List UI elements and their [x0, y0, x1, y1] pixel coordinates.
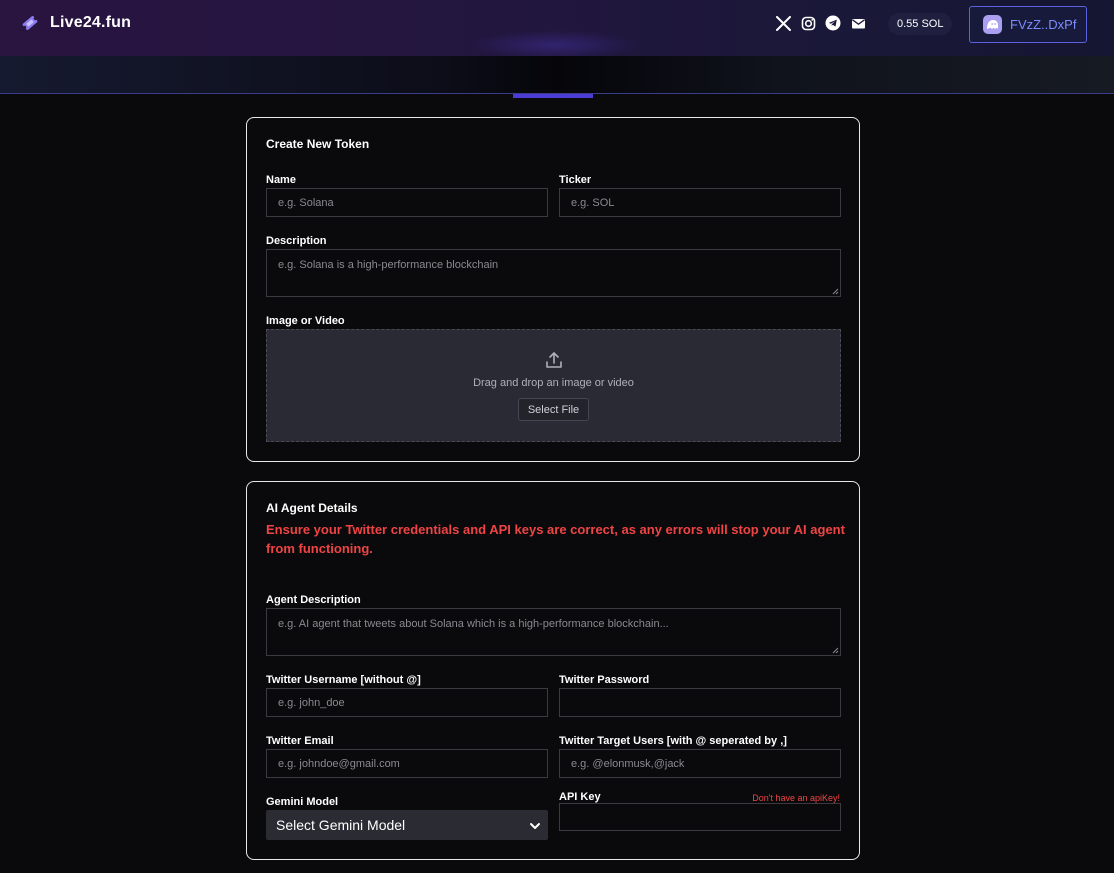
dropzone-text: Drag and drop an image or video	[473, 377, 634, 389]
warning-text: Ensure your Twitter credentials and API …	[266, 522, 845, 556]
description-textarea[interactable]: e.g. Solana is a high-performance blockc…	[266, 249, 841, 297]
card-title: Create New Token	[266, 137, 370, 151]
wallet-button[interactable]: FVzZ..DxPf	[969, 6, 1087, 43]
card-title: AI Agent Details	[266, 501, 358, 515]
ticket-logo-icon	[22, 16, 38, 30]
twitter-email-input[interactable]: e.g. johndoe@gmail.com	[266, 749, 548, 778]
wallet-address: FVzZ..DxPf	[1010, 17, 1077, 32]
media-dropzone[interactable]: Drag and drop an image or video Select F…	[266, 329, 841, 442]
name-label: Name	[266, 174, 296, 186]
telegram-icon[interactable]	[825, 15, 841, 31]
sol-balance-badge: 0.55 SOL	[888, 13, 953, 35]
agent-description-placeholder: e.g. AI agent that tweets about Solana w…	[278, 618, 669, 630]
agent-description-label: Agent Description	[266, 594, 361, 606]
ai-agent-card: AI Agent Details Ensure your Twitter cre…	[246, 481, 860, 860]
api-key-label: API Key	[559, 791, 601, 803]
description-placeholder: e.g. Solana is a high-performance blockc…	[278, 259, 499, 271]
twitter-email-label: Twitter Email	[266, 735, 334, 747]
sub-nav-bar	[0, 56, 1114, 94]
instagram-icon[interactable]	[800, 15, 816, 31]
ticker-label: Ticker	[559, 174, 592, 186]
twitter-password-input[interactable]	[559, 688, 841, 717]
social-links	[775, 15, 866, 31]
resize-handle-icon[interactable]	[831, 646, 839, 654]
mail-icon[interactable]	[850, 15, 866, 31]
phantom-wallet-icon	[983, 15, 1002, 34]
upload-icon	[546, 352, 562, 368]
get-api-key-link[interactable]: Don't have an apiKey!	[752, 793, 840, 803]
chevron-down-icon	[530, 823, 540, 829]
media-label: Image or Video	[266, 315, 345, 327]
twitter-username-label: Twitter Username [without @]	[266, 674, 421, 686]
gemini-model-label: Gemini Model	[266, 796, 339, 808]
top-header: Live24.fun 0.55 SOL FVzZ..DxPf	[0, 0, 1114, 60]
target-users-input[interactable]: e.g. @elonmusk,@jack	[559, 749, 841, 778]
brand[interactable]: Live24.fun	[20, 13, 131, 33]
gemini-model-value: Select Gemini Model	[276, 817, 406, 833]
brand-name: Live24.fun	[50, 14, 132, 31]
target-users-label: Twitter Target Users [with @ seperated b…	[559, 735, 787, 747]
create-token-card: Create New Token Name e.g. Solana Ticker…	[246, 117, 860, 462]
ticker-input[interactable]: e.g. SOL	[559, 188, 841, 217]
active-tab-indicator	[513, 94, 593, 98]
gemini-model-select[interactable]: Select Gemini Model	[266, 810, 548, 840]
agent-description-textarea[interactable]: e.g. AI agent that tweets about Solana w…	[266, 608, 841, 656]
description-label: Description	[266, 235, 327, 247]
api-key-input[interactable]	[559, 803, 841, 831]
x-icon[interactable]	[775, 15, 791, 31]
select-file-button[interactable]: Select File	[518, 398, 589, 421]
resize-handle-icon[interactable]	[831, 287, 839, 295]
twitter-password-label: Twitter Password	[559, 674, 650, 686]
twitter-username-input[interactable]: e.g. john_doe	[266, 688, 548, 717]
name-input[interactable]: e.g. Solana	[266, 188, 548, 217]
